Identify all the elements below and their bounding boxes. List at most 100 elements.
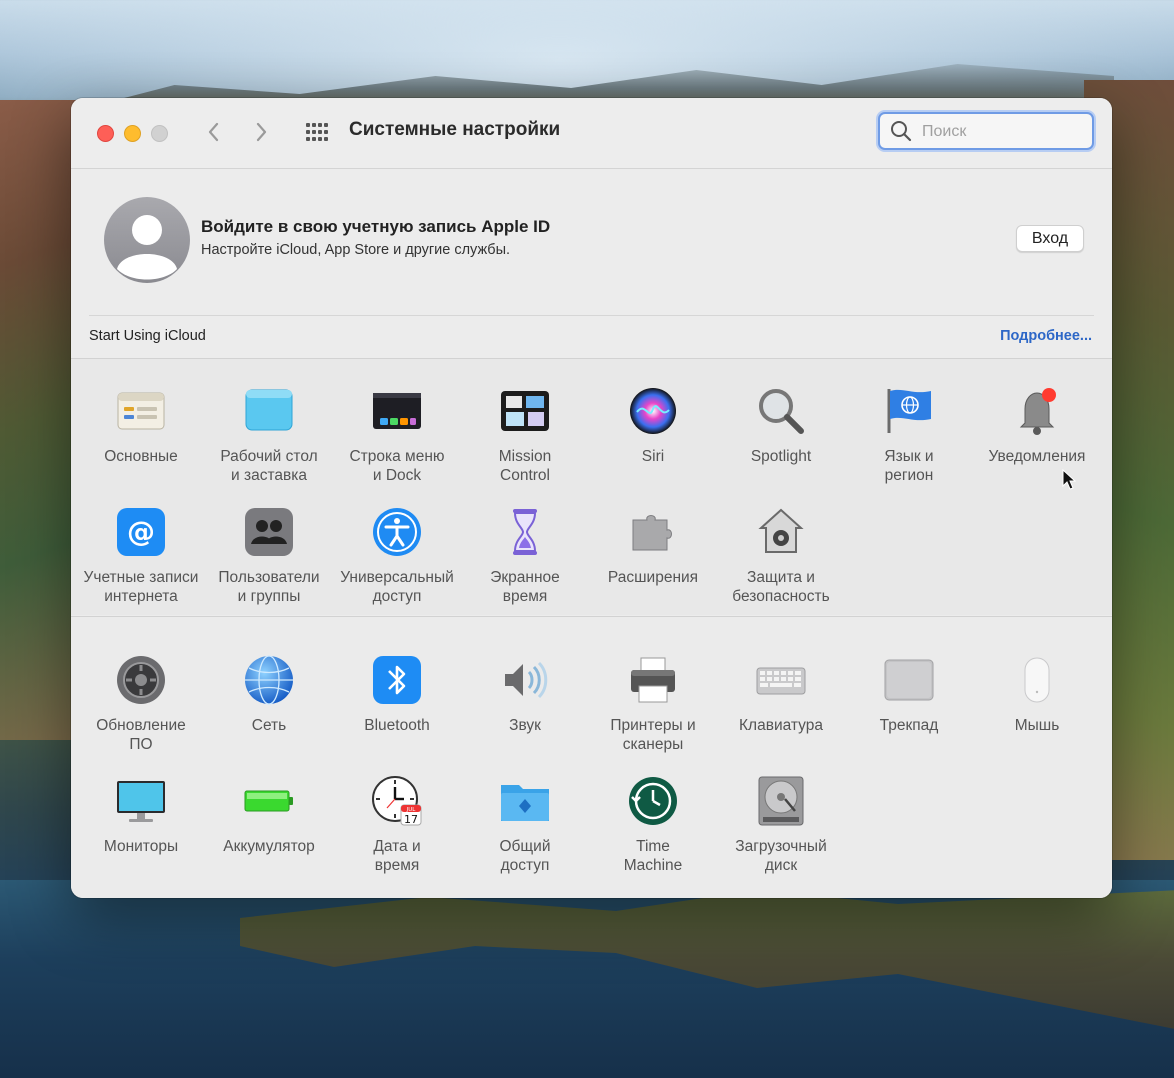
pane-date-time[interactable]: JUL 17 Дата и время: [333, 775, 461, 885]
pane-battery[interactable]: Аккумулятор: [205, 775, 333, 885]
user-silhouette-icon: [117, 215, 177, 280]
keyboard-icon: [756, 667, 806, 695]
pane-label: Mission Control: [498, 448, 552, 484]
pane-label: Строка меню и Dock: [349, 448, 445, 484]
pane-extensions[interactable]: Расширения: [589, 506, 717, 616]
search-input[interactable]: [920, 120, 1084, 144]
start-using-icloud-label: Start Using iCloud: [89, 328, 206, 344]
displays-icon: [117, 781, 165, 822]
pane-desktop-screensaver[interactable]: Рабочий стол и заставка: [205, 385, 333, 495]
pane-label: Siri: [641, 448, 665, 465]
network-icon: [245, 655, 293, 705]
spotlight-icon: [759, 389, 804, 434]
pane-keyboard[interactable]: Клавиатура: [717, 654, 845, 764]
pane-internet-accounts[interactable]: @ Учетные записи интернета: [77, 506, 205, 616]
menu-bar-dock-icon: [373, 393, 421, 429]
notifications-icon: [1019, 388, 1056, 435]
desktop-icon: [245, 389, 293, 431]
pane-label: Трекпад: [879, 717, 939, 734]
sharing-icon: [501, 785, 549, 821]
pane-security-privacy[interactable]: Защита и безопасность: [717, 506, 845, 616]
pane-printers-scanners[interactable]: Принтеры и сканеры: [589, 654, 717, 764]
screen-time-icon: [513, 509, 537, 555]
zoom-button: [151, 125, 168, 142]
pane-general[interactable]: Основные: [77, 385, 205, 495]
close-button[interactable]: [97, 125, 114, 142]
pane-label: Аккумулятор: [223, 838, 315, 855]
security-privacy-icon: [758, 508, 804, 553]
pane-label: Принтеры и сканеры: [610, 717, 696, 753]
apple-id-title: Войдите в свою учетную запись Apple ID: [201, 217, 551, 236]
pane-label: Экранное время: [490, 569, 560, 605]
pane-time-machine[interactable]: Time Machine: [589, 775, 717, 885]
mouse-icon: [1024, 657, 1050, 703]
pane-label: Time Machine: [623, 838, 683, 874]
startup-disk-icon: [758, 776, 804, 826]
show-all-grid-icon[interactable]: [305, 122, 329, 142]
software-update-icon: [117, 656, 165, 704]
pane-displays[interactable]: Мониторы: [77, 775, 205, 885]
pane-label: Мышь: [1014, 717, 1060, 734]
time-machine-icon: [629, 777, 677, 825]
personal-section: Основные Рабочий стол и заставка Строка м…: [71, 359, 1112, 615]
avatar[interactable]: [104, 197, 190, 283]
minimize-button[interactable]: [124, 125, 141, 142]
more-info-link[interactable]: Подробнее...: [1000, 328, 1092, 344]
pane-label: Основные: [104, 448, 178, 465]
pane-label: Дата и время: [373, 838, 421, 874]
apple-id-subtitle: Настройте iCloud, App Store и другие слу…: [201, 242, 511, 258]
pane-language-region[interactable]: Язык и регион: [845, 385, 973, 495]
pane-spotlight[interactable]: Spotlight: [717, 385, 845, 495]
siri-icon: [630, 388, 676, 434]
title-bar: Системные настройки: [71, 98, 1112, 169]
bluetooth-icon: [373, 656, 421, 704]
pane-users-groups[interactable]: Пользователи и группы: [205, 506, 333, 616]
hardware-section: Обновление ПО Сеть Bluetooth Звук Принте…: [71, 616, 1112, 898]
wallpaper-cliff-left: [0, 100, 80, 740]
general-icon: [117, 392, 165, 430]
printers-scanners-icon: [631, 657, 675, 703]
pane-siri[interactable]: Siri: [589, 385, 717, 495]
pane-label: Пользователи и группы: [218, 569, 320, 605]
back-button[interactable]: [200, 118, 228, 146]
chevron-left-icon: [208, 122, 219, 142]
pane-network[interactable]: Сеть: [205, 654, 333, 764]
pane-accessibility[interactable]: Универсальный доступ: [333, 506, 461, 616]
pane-sharing[interactable]: Общий доступ: [461, 775, 589, 885]
pane-label: Spotlight: [750, 448, 812, 465]
search-field[interactable]: [878, 112, 1094, 150]
pane-label: Учетные записи интернета: [83, 569, 199, 605]
pane-startup-disk[interactable]: Загрузочный диск: [717, 775, 845, 885]
pane-mouse[interactable]: Мышь: [973, 654, 1101, 764]
login-button[interactable]: Вход: [1016, 225, 1084, 252]
pane-trackpad[interactable]: Трекпад: [845, 654, 973, 764]
accessibility-icon: [373, 508, 421, 556]
pane-label: Язык и регион: [884, 448, 934, 484]
window-title: Системные настройки: [349, 119, 561, 140]
pane-label: Обновление ПО: [96, 717, 186, 753]
pane-label: Уведомления: [988, 448, 1086, 465]
pane-menu-bar-dock[interactable]: Строка меню и Dock: [333, 385, 461, 495]
pane-bluetooth[interactable]: Bluetooth: [333, 654, 461, 764]
calendar-day: 17: [404, 813, 418, 826]
pane-label: Универсальный доступ: [340, 569, 454, 605]
forward-button[interactable]: [247, 118, 275, 146]
pane-label: Клавиатура: [739, 717, 823, 734]
pane-mission-control[interactable]: Mission Control: [461, 385, 589, 495]
pane-label: Общий доступ: [499, 838, 551, 874]
pane-label: Защита и безопасность: [732, 569, 830, 605]
trackpad-icon: [884, 659, 934, 701]
date-time-icon: JUL 17: [372, 776, 422, 826]
pane-software-update[interactable]: Обновление ПО: [77, 654, 205, 764]
battery-icon: [244, 790, 293, 812]
users-groups-icon: [245, 508, 293, 556]
search-icon: [891, 121, 912, 142]
pane-screen-time[interactable]: Экранное время: [461, 506, 589, 616]
internet-accounts-icon: @: [117, 508, 165, 556]
system-preferences-window: Системные настройки Войдите в свою учетн…: [71, 98, 1112, 898]
chevron-right-icon: [256, 122, 267, 142]
mission-control-icon: [501, 391, 549, 431]
pane-notifications[interactable]: Уведомления: [973, 385, 1101, 495]
language-region-icon: [887, 389, 931, 433]
pane-sound[interactable]: Звук: [461, 654, 589, 764]
